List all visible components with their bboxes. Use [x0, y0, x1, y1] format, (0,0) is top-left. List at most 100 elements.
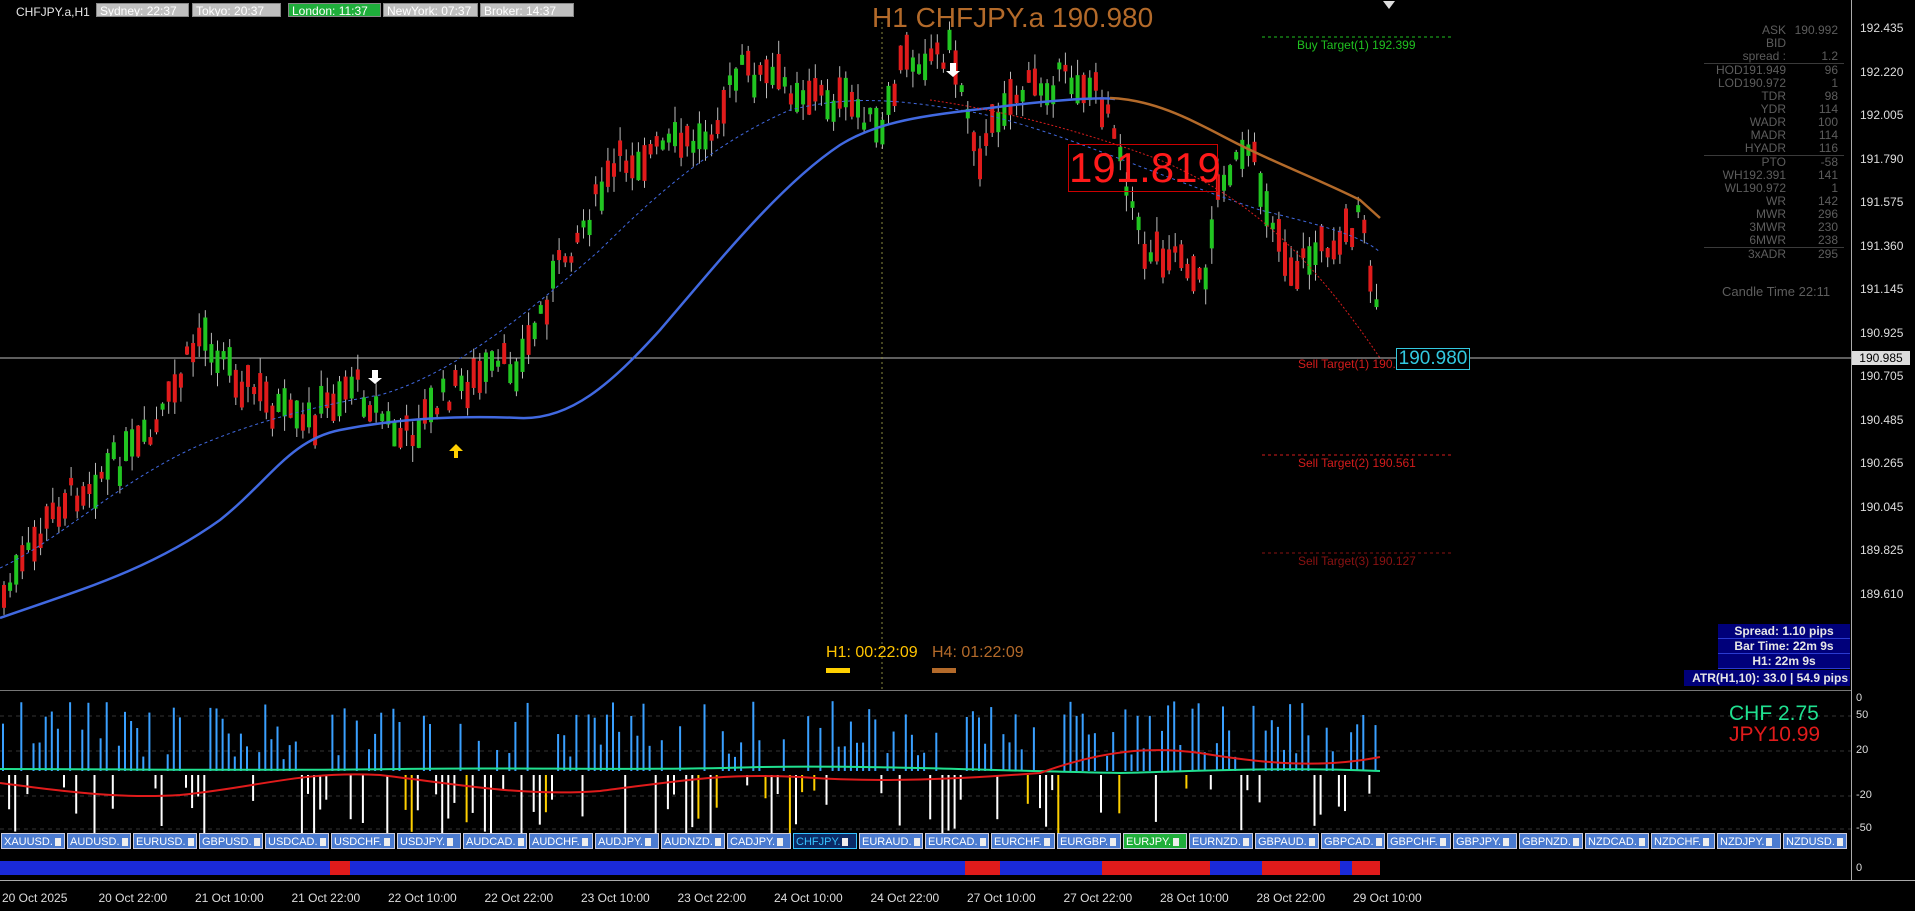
buy-target-label: Buy Target(1) 192.399 — [1297, 38, 1416, 52]
jpy-strength-line — [0, 749, 1381, 798]
symbol-button[interactable]: USDCHF. — [331, 833, 395, 849]
symbol-button[interactable]: EURGBP. — [1057, 833, 1121, 849]
info-key: 3xADR — [1747, 247, 1786, 261]
symbol-button[interactable]: USDJPY. — [397, 833, 461, 849]
price-tick: 190.265 — [1860, 456, 1904, 470]
symbol-button[interactable]: GBPNZD. — [1519, 833, 1583, 849]
info-key: spread : — [1742, 49, 1786, 63]
candle-time-label: Candle Time 22:11 — [1722, 284, 1831, 299]
time-tick: 21 Oct 10:00 — [195, 891, 264, 905]
symbol-button-marker-icon — [1173, 838, 1180, 847]
symbol-button-label: CADJPY. — [730, 836, 776, 848]
symbol-button-marker-icon — [1308, 838, 1315, 847]
symbol-button[interactable]: CADJPY. — [727, 833, 791, 849]
time-tick: 22 Oct 10:00 — [388, 891, 457, 905]
symbol-button[interactable]: EURCAD. — [925, 833, 989, 849]
symbol-button[interactable]: AUDNZD. — [661, 833, 725, 849]
symbol-button[interactable]: EURUSD. — [133, 833, 197, 849]
price-chart[interactable] — [0, 0, 1851, 690]
symbol-button-label: USDJPY. — [400, 836, 446, 848]
symbol-button[interactable]: EURAUD. — [859, 833, 923, 849]
info-row: HOD191.949 96 — [1704, 63, 1844, 77]
symbol-button[interactable]: GBPCAD. — [1321, 833, 1385, 849]
price-tick: 192.435 — [1860, 21, 1904, 35]
time-tick: 29 Oct 10:00 — [1353, 891, 1422, 905]
bar-time-label: Bar Time: 22m 9s — [1718, 639, 1850, 654]
symbol-button-label: EURJPY. — [1126, 836, 1172, 848]
sell-target3-label: Sell Target(3) 190.127 — [1298, 554, 1416, 568]
time-tick: 22 Oct 22:00 — [484, 891, 554, 905]
symbol-button-label: EURAUD. — [862, 836, 912, 848]
symbol-button[interactable]: GBPAUD. — [1255, 833, 1319, 849]
price-tick: 190.705 — [1860, 369, 1904, 383]
symbol-button-marker-icon — [1110, 838, 1117, 847]
symbol-button-marker-icon — [447, 838, 454, 847]
symbol-button-label: NZDJPY. — [1720, 836, 1765, 848]
symbol-button[interactable]: AUDUSD. — [67, 833, 131, 849]
session-tokyo: Tokyo: 20:37 — [192, 3, 281, 17]
symbol-button[interactable]: NZDJPY. — [1717, 833, 1781, 849]
info-key: 6MWR — [1749, 233, 1786, 247]
symbol-button[interactable]: EURJPY. — [1123, 833, 1187, 849]
info-row: spread : 1.2 — [1704, 50, 1844, 63]
symbol-button[interactable]: AUDJPY. — [595, 833, 659, 849]
symbol-button-marker-icon — [383, 838, 390, 847]
chart-title: H1 CHFJPY.a 190.980 — [872, 2, 1154, 33]
symbol-button-label: EURGBP. — [1060, 836, 1109, 848]
symbol-button-marker-icon — [253, 838, 260, 847]
symbol-button-label: AUDCHF. — [532, 836, 580, 848]
symbol-button[interactable]: NZDCAD. — [1585, 833, 1649, 849]
time-tick: 20 Oct 22:00 — [98, 891, 168, 905]
price-tick: 190.045 — [1860, 499, 1904, 514]
up-arrow-signal-icon — [449, 444, 463, 458]
info-value: 295 — [1817, 247, 1838, 261]
symbol-button[interactable]: EURCHF. — [991, 833, 1055, 849]
time-tick: 24 Oct 10:00 — [774, 891, 843, 905]
symbol-button[interactable]: AUDCAD. — [463, 833, 527, 849]
info-value: 1.2 — [1821, 49, 1838, 63]
info-row: PTO -58 — [1704, 155, 1844, 169]
h4-timer-label: H4: 01:22:09 — [932, 644, 1024, 661]
symbol-button-marker-icon — [777, 838, 784, 847]
time-axis[interactable] — [0, 880, 1915, 911]
symbol-button[interactable]: USDCAD. — [265, 833, 329, 849]
symbol-button[interactable]: GBPJPY. — [1453, 833, 1517, 849]
symbol-button-marker-icon — [1836, 838, 1843, 847]
market-info-panel: ASK 190.992 BID spread :1.2 HOD191.949 96 LOD1… — [1704, 24, 1844, 261]
symbol-button-marker-icon — [1375, 838, 1382, 847]
session-london: London: 11:37 — [288, 3, 381, 17]
time-tick: 27 Oct 10:00 — [967, 891, 1036, 905]
symbol-button-label: EURUSD. — [136, 836, 186, 848]
symbol-button[interactable]: CHFJPY. — [793, 833, 857, 849]
atr-label: ATR(H1,10): 33.0 | 54.9 pips — [1684, 670, 1850, 686]
big-price-label: 191.819 — [1068, 144, 1221, 192]
time-tick: 24 Oct 22:00 — [870, 891, 940, 905]
symbol-button[interactable]: NZDUSD. — [1783, 833, 1847, 849]
symbol-button[interactable]: AUDCHF. — [529, 833, 593, 849]
info-value: 190.992 — [1794, 23, 1838, 37]
symbol-button-marker-icon — [121, 838, 128, 847]
currency-strength-histogram[interactable] — [0, 691, 1851, 881]
info-row: HYADR 116 — [1704, 142, 1844, 155]
symbol-button-label: AUDJPY. — [598, 836, 644, 848]
symbol-button-label: EURNZD. — [1192, 836, 1241, 848]
symbol-button-marker-icon — [913, 838, 920, 847]
symbol-button[interactable]: XAUUSD. — [1, 833, 65, 849]
symbol-button[interactable]: NZDCHF. — [1651, 833, 1715, 849]
down-arrow-signal-icon — [946, 63, 960, 77]
current-price-marker: 190.985 — [1852, 351, 1910, 365]
symbol-button-label: NZDUSD. — [1786, 836, 1835, 848]
symbol-button-label: AUDCAD. — [466, 836, 516, 848]
symbol-button-marker-icon — [645, 838, 652, 847]
symbol-button-marker-icon — [54, 838, 61, 847]
symbol-label: CHFJPY.a,H1 — [16, 5, 90, 19]
symbol-button[interactable]: GBPCHF. — [1387, 833, 1451, 849]
sub-tick: -50 — [1856, 822, 1872, 834]
dropdown-arrow-icon[interactable] — [1383, 1, 1395, 9]
symbol-button[interactable]: GBPUSD. — [199, 833, 263, 849]
symbol-button-label: EURCHF. — [994, 836, 1042, 848]
info-value: 116 — [1818, 141, 1838, 155]
symbol-button-marker-icon — [187, 838, 194, 847]
symbol-button-label: GBPCAD. — [1324, 836, 1374, 848]
symbol-button[interactable]: EURNZD. — [1189, 833, 1253, 849]
